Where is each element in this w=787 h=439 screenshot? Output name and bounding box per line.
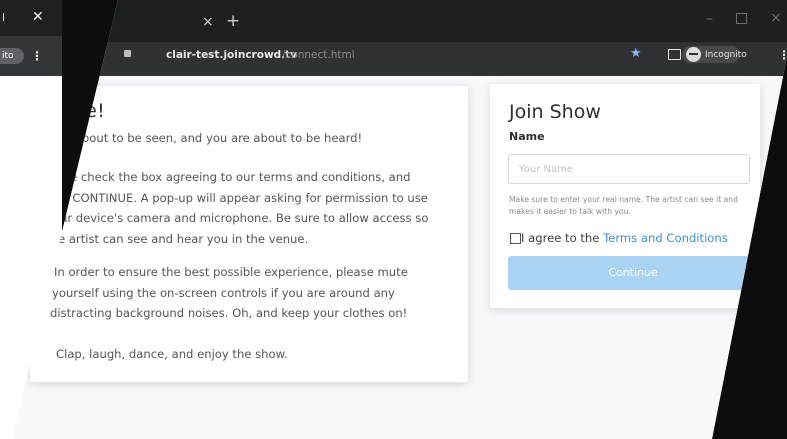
welcome-instructions: se check the box agreeing to our terms a… xyxy=(58,167,464,249)
instructions-line: ur device's camera and microphone. Be su… xyxy=(60,211,429,225)
incognito-label: Incognito xyxy=(705,50,747,60)
name-label: Name xyxy=(509,130,545,143)
new-tab-icon[interactable]: + xyxy=(226,11,240,31)
instructions-line: se check the box agreeing to our terms a… xyxy=(64,170,411,184)
cast-icon[interactable] xyxy=(668,49,681,60)
tab-strip xyxy=(12,0,787,42)
mute-note-line: In order to ensure the best possible exp… xyxy=(54,265,408,279)
name-help-text: Make sure to enter your real name. The a… xyxy=(509,195,738,216)
maximize-icon[interactable] xyxy=(736,13,747,24)
mute-note-line: distracting background noises. Oh, and k… xyxy=(50,306,408,320)
welcome-mute-note: In order to ensure the best possible exp… xyxy=(48,262,458,324)
window-close-icon[interactable]: × xyxy=(770,10,782,26)
background-titlebar xyxy=(0,0,62,36)
mute-note-line: yourself using the on-screen controls if… xyxy=(52,285,395,300)
minimize-icon[interactable]: – xyxy=(706,11,713,27)
url-host[interactable]: clair-test.joincrowd.tv xyxy=(166,49,297,61)
join-title: Join Show xyxy=(509,101,601,123)
background-tab-title: l xyxy=(2,11,6,24)
url-path[interactable]: /connect.html xyxy=(282,49,355,61)
instructions-line: e artist can see and hear you in the ven… xyxy=(58,231,309,246)
instructions-line: k CONTINUE. A pop-up will appear asking … xyxy=(62,190,428,205)
name-input[interactable] xyxy=(508,154,750,184)
browser-window: × + – × clair-test.joincrowd.tv /connect… xyxy=(12,0,787,439)
lock-icon[interactable] xyxy=(124,50,131,57)
terms-link[interactable]: Terms and Conditions xyxy=(603,231,728,245)
terms-agree-label: I agree to the Terms and Conditions xyxy=(521,231,728,245)
welcome-intro: e about to be seen, and you are about to… xyxy=(64,131,363,145)
tab-close-icon[interactable]: × xyxy=(202,14,214,30)
welcome-closing: Clap, laugh, dance, and enjoy the show. xyxy=(56,347,288,361)
background-menu-icon[interactable]: ⋮ xyxy=(31,49,43,63)
continue-button[interactable]: Continue xyxy=(508,256,758,290)
background-close-icon[interactable]: ✕ xyxy=(32,9,44,25)
bookmark-star-icon[interactable]: ★ xyxy=(630,46,642,61)
incognito-icon xyxy=(686,47,701,62)
agree-prefix: I agree to the xyxy=(521,231,604,245)
terms-checkbox[interactable] xyxy=(510,233,521,244)
browser-menu-icon[interactable]: ⋮ xyxy=(778,48,787,62)
background-incognito-badge[interactable]: ito xyxy=(0,48,24,64)
